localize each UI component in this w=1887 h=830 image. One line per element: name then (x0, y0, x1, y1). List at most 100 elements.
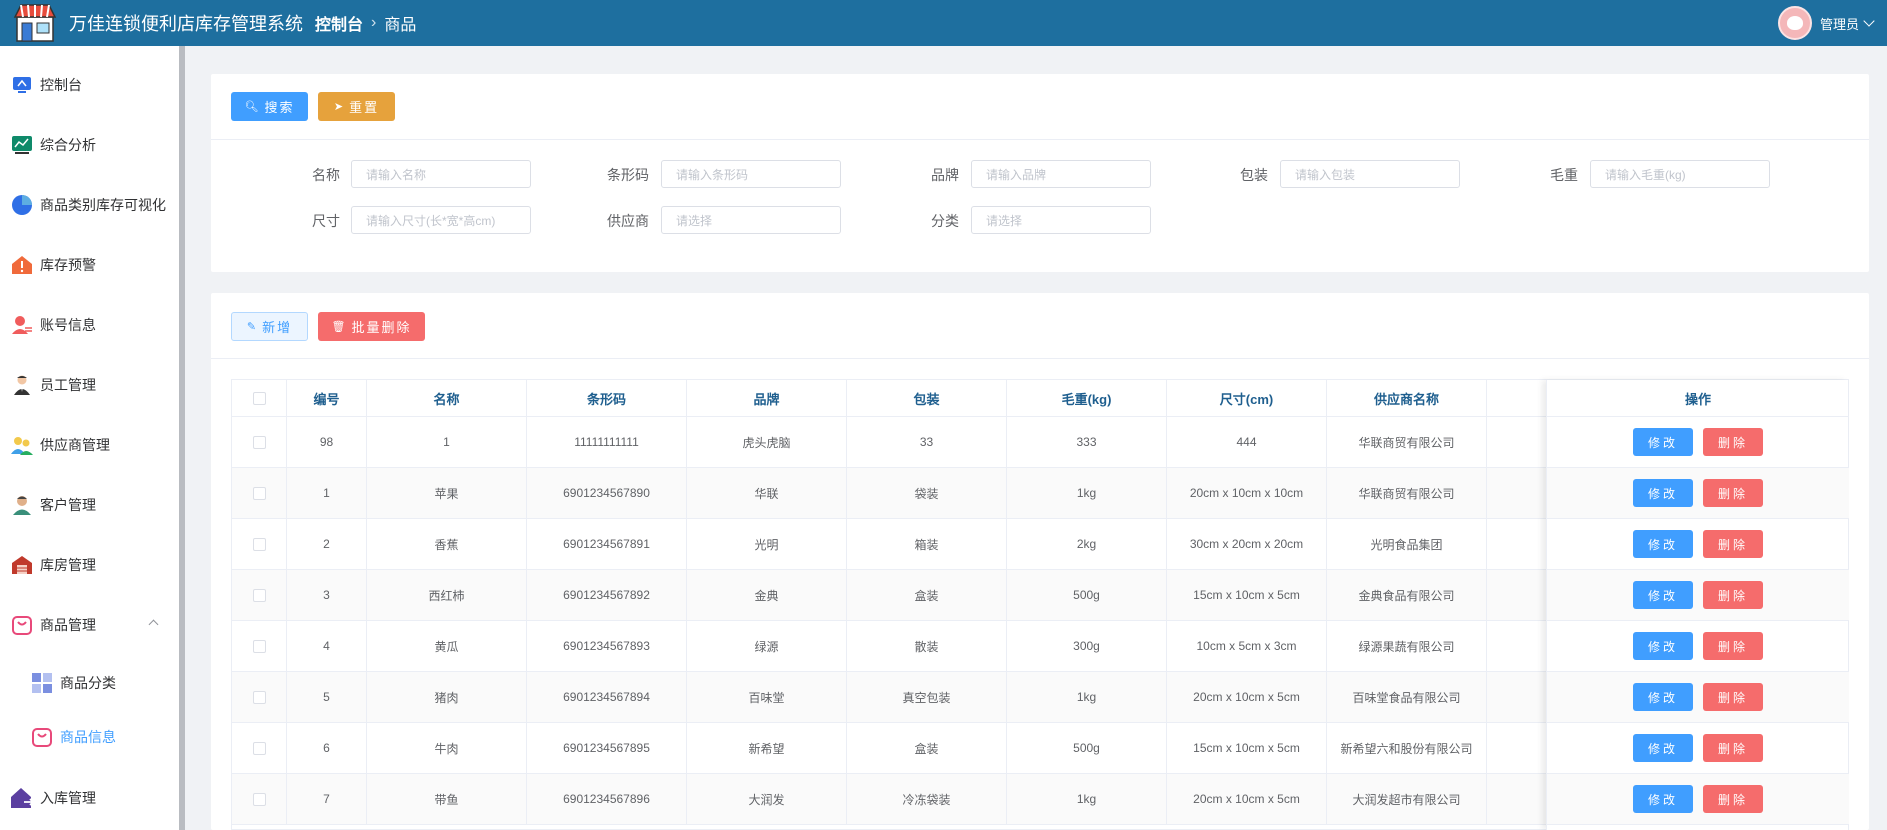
sidebar-item-account[interactable]: 账号信息 (0, 305, 179, 345)
table-cell: 1 (287, 468, 367, 518)
top-header: 万佳连锁便利店库存管理系统 控制台 › 商品 管理员 (0, 0, 1887, 46)
edit-button[interactable]: 修改 (1633, 530, 1693, 558)
sidebar-item-stock-warning[interactable]: 库存预警 (0, 245, 179, 285)
goods-icon (10, 613, 34, 637)
table-cell: 300g (1007, 621, 1167, 671)
table-cell: 牛肉 (367, 723, 527, 773)
sidebar-item-goods-info[interactable]: 商品信息 (0, 717, 179, 757)
goods-info-icon (30, 725, 54, 749)
column-header[interactable]: 毛重(kg) (1007, 380, 1167, 416)
search-card: 🔍︎ 搜索 ➤ 重置 名称 请输入名称 条形码 请输入条形码 品牌 请输入品牌 包装… (211, 74, 1869, 272)
column-header[interactable]: 供应商名称 (1327, 380, 1487, 416)
chevron-down-icon[interactable] (1863, 15, 1875, 27)
edit-button[interactable]: 修改 (1633, 479, 1693, 507)
weight-label: 毛重 (1550, 167, 1578, 183)
table-cell: 1 (367, 417, 527, 467)
column-header[interactable]: 尺寸(cm) (1167, 380, 1327, 416)
edit-button[interactable]: 修改 (1633, 632, 1693, 660)
table-cell: 金典 (687, 570, 847, 620)
reset-button[interactable]: ➤ 重置 (318, 92, 395, 121)
user-name[interactable]: 管理员 (1820, 14, 1859, 33)
row-checkbox[interactable] (252, 435, 266, 449)
sidebar-item-label: 库存预警 (40, 257, 96, 273)
name-input[interactable]: 请输入名称 (351, 160, 531, 188)
row-checkbox[interactable] (252, 588, 266, 602)
sidebar-item-label: 库房管理 (40, 557, 96, 573)
sidebar-item-warehouse[interactable]: 库房管理 (0, 545, 179, 585)
delete-button[interactable]: 删除 (1703, 581, 1763, 609)
column-header[interactable]: 条形码 (527, 380, 687, 416)
delete-button[interactable]: 删除 (1703, 785, 1763, 813)
table-cell: 11111111111 (527, 417, 687, 467)
supplier-select[interactable]: 请选择 (661, 206, 841, 234)
operation-cell: 修改 删除 (1547, 519, 1849, 570)
sidebar-item-customer[interactable]: 客户管理 (0, 485, 179, 525)
column-header[interactable]: 包装 (847, 380, 1007, 416)
sidebar-item-supplier[interactable]: 供应商管理 (0, 425, 179, 465)
edit-button[interactable]: 修改 (1633, 734, 1693, 762)
user-menu[interactable]: 管理员 (1777, 6, 1875, 40)
sidebar-item-analysis[interactable]: 综合分析 (0, 125, 179, 165)
select-all-cell (232, 380, 287, 416)
operation-column: 操作 修改 删除 修改 删除 修改 删除 修改 删除 修改 删除 修改 删除 修改 删除 修改 删除 (1546, 380, 1849, 830)
sidebar-item-label: 商品信息 (60, 729, 116, 745)
barcode-input[interactable]: 请输入条形码 (661, 160, 841, 188)
edit-button[interactable]: 修改 (1633, 785, 1693, 813)
table-cell: 袋装 (847, 468, 1007, 518)
sidebar-item-label: 客户管理 (40, 497, 96, 513)
size-input[interactable]: 请输入尺寸(长*宽*高cm) (351, 206, 531, 234)
edit-button[interactable]: 修改 (1633, 428, 1693, 456)
package-label: 包装 (1240, 167, 1268, 183)
add-button[interactable]: ✎ 新增 (231, 312, 308, 341)
sidebar-item-goods-category[interactable]: 商品分类 (0, 663, 179, 703)
table-cell: 西红柿 (367, 570, 527, 620)
row-checkbox[interactable] (252, 741, 266, 755)
table-cell: 箱装 (847, 519, 1007, 569)
operation-cell: 修改 删除 (1547, 774, 1849, 825)
row-checkbox[interactable] (252, 639, 266, 653)
row-checkbox[interactable] (252, 690, 266, 704)
table-cell: 6901234567895 (527, 723, 687, 773)
delete-button[interactable]: 删除 (1703, 683, 1763, 711)
row-select-cell (232, 774, 287, 824)
delete-button[interactable]: 删除 (1703, 479, 1763, 507)
sidebar-item-label: 供应商管理 (40, 437, 110, 453)
row-select-cell (232, 621, 287, 671)
package-input[interactable]: 请输入包装 (1280, 160, 1460, 188)
operation-cell: 修改 删除 (1547, 672, 1849, 723)
column-header[interactable]: 品牌 (687, 380, 847, 416)
table-cell: 黄瓜 (367, 621, 527, 671)
breadcrumb-root[interactable]: 控制台 (315, 11, 363, 35)
weight-input[interactable]: 请输入毛重(kg) (1590, 160, 1770, 188)
delete-button[interactable]: 删除 (1703, 734, 1763, 762)
edit-button[interactable]: 修改 (1633, 683, 1693, 711)
table-cell: 6901234567893 (527, 621, 687, 671)
column-header[interactable]: 编号 (287, 380, 367, 416)
delete-button[interactable]: 删除 (1703, 530, 1763, 558)
supplier-icon (10, 433, 34, 457)
batch-delete-button[interactable]: 🗑︎ 批量删除 (318, 312, 425, 341)
sidebar-item-inbound[interactable]: 入库管理 (0, 778, 179, 818)
sidebar-item-employee[interactable]: 员工管理 (0, 365, 179, 405)
table-cell: 1kg (1007, 468, 1167, 518)
delete-button[interactable]: 删除 (1703, 632, 1763, 660)
row-checkbox[interactable] (252, 537, 266, 551)
search-button[interactable]: 🔍︎ 搜索 (231, 92, 308, 121)
edit-button[interactable]: 修改 (1633, 581, 1693, 609)
avatar[interactable] (1777, 6, 1812, 40)
chevron-up-icon[interactable] (148, 619, 159, 630)
column-header[interactable]: 名称 (367, 380, 527, 416)
sidebar-item-category-visual[interactable]: 商品类别库存可视化 (0, 185, 179, 225)
category-select[interactable]: 请选择 (971, 206, 1151, 234)
select-all-checkbox[interactable] (252, 391, 266, 405)
table-cell: 1kg (1007, 672, 1167, 722)
row-checkbox[interactable] (252, 486, 266, 500)
row-select-cell (232, 519, 287, 569)
sidebar-item-dashboard[interactable]: 控制台 (0, 65, 179, 105)
table-cell: 真空包装 (847, 672, 1007, 722)
delete-button[interactable]: 删除 (1703, 428, 1763, 456)
brand-input[interactable]: 请输入品牌 (971, 160, 1151, 188)
table-cell: 猪肉 (367, 672, 527, 722)
sidebar-item-goods[interactable]: 商品管理 (0, 605, 179, 645)
row-checkbox[interactable] (252, 792, 266, 806)
